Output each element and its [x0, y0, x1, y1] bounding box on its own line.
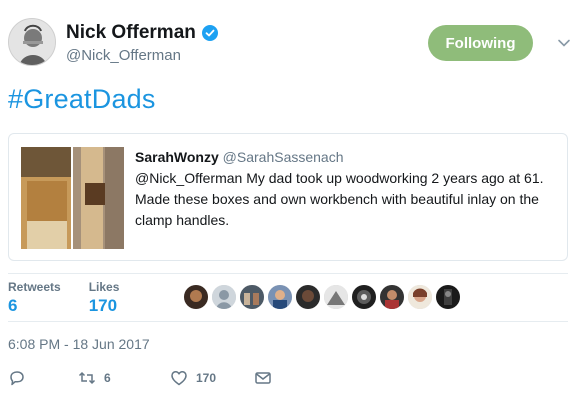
liker-avatar[interactable]	[240, 285, 264, 309]
retweets-count: 6	[8, 296, 18, 315]
tweet-hashtag-link[interactable]: #GreatDads	[8, 84, 156, 115]
like-button[interactable]: 170	[170, 369, 254, 387]
liker-avatar[interactable]	[408, 285, 432, 309]
liker-avatar[interactable]	[352, 285, 376, 309]
reply-button[interactable]	[8, 369, 78, 387]
quoted-tweet-header: SarahWonzy @SarahSassenach	[135, 149, 555, 165]
like-count: 170	[196, 371, 217, 385]
divider	[8, 273, 568, 274]
liker-avatar[interactable]	[268, 285, 292, 309]
tweet-actions: 6 170	[8, 368, 272, 388]
verified-badge-icon	[201, 25, 218, 41]
reply-icon	[10, 371, 24, 386]
author-handle[interactable]: @Nick_Offerman	[66, 47, 181, 64]
liker-avatar[interactable]	[436, 285, 460, 309]
liker-avatar[interactable]	[296, 285, 320, 309]
author-name-row: Nick Offerman	[66, 22, 218, 44]
likes-count: 170	[88, 296, 118, 315]
quoted-tweet-body: SarahWonzy @SarahSassenach @Nick_Offerma…	[135, 149, 555, 231]
retweets-label: Retweets	[8, 280, 61, 294]
quoted-author-handle: @SarahSassenach	[222, 149, 344, 165]
liker-avatar[interactable]	[380, 285, 404, 309]
following-button[interactable]: Following	[428, 25, 533, 61]
quoted-tweet-text: @Nick_Offerman My dad took up woodworkin…	[135, 170, 544, 228]
retweet-button[interactable]: 6	[78, 369, 170, 387]
heart-icon	[171, 371, 187, 386]
likes-label: Likes	[88, 280, 120, 294]
retweets-stat[interactable]: Retweets 6	[8, 280, 61, 320]
envelope-icon	[255, 372, 271, 384]
quoted-tweet-image[interactable]	[21, 147, 124, 249]
author-avatar[interactable]	[8, 18, 56, 66]
direct-message-button[interactable]	[254, 369, 272, 387]
liker-avatars	[184, 285, 460, 309]
likes-stat[interactable]: Likes 170	[89, 280, 120, 320]
retweet-icon	[78, 371, 96, 385]
retweet-count: 6	[104, 371, 111, 385]
tweet-timestamp[interactable]: 6:08 PM - 18 Jun 2017	[8, 336, 150, 352]
divider	[8, 321, 568, 322]
liker-avatar[interactable]	[212, 285, 236, 309]
author-display-name[interactable]: Nick Offerman	[66, 22, 196, 44]
quoted-tweet-card[interactable]: SarahWonzy @SarahSassenach @Nick_Offerma…	[8, 133, 568, 261]
tweet-header: Nick Offerman @Nick_Offerman Following	[8, 14, 579, 70]
liker-avatar[interactable]	[184, 285, 208, 309]
chevron-down-icon[interactable]	[557, 36, 571, 50]
tweet-stats: Retweets 6 Likes 170	[8, 280, 147, 320]
quoted-author-name: SarahWonzy	[135, 149, 219, 165]
liker-avatar[interactable]	[324, 285, 348, 309]
